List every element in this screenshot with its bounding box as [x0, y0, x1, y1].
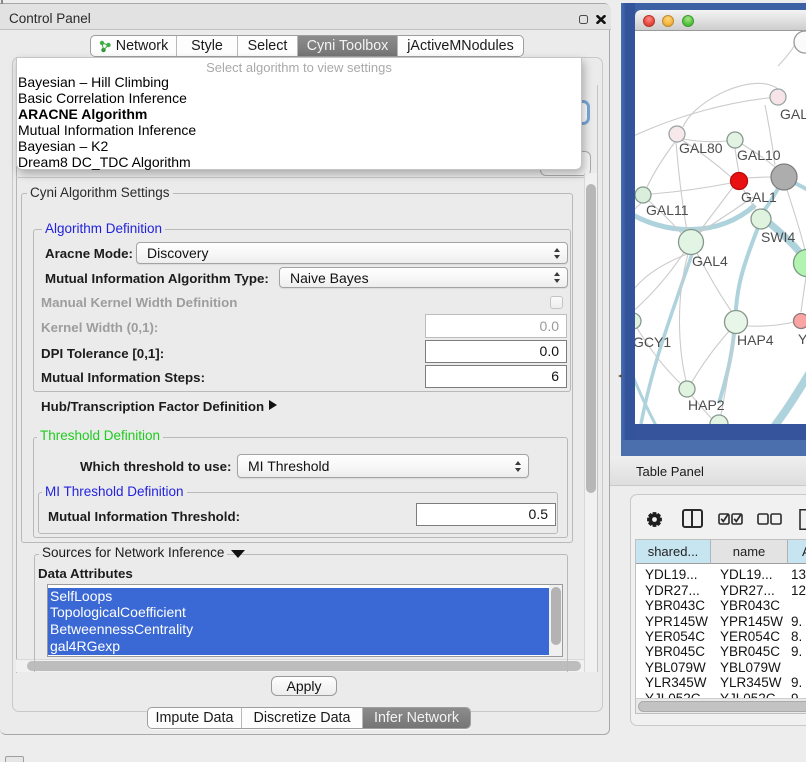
svg-text:GAL1: GAL1	[741, 189, 777, 205]
svg-text:GAL10: GAL10	[737, 147, 781, 163]
svg-text:GCY1: GCY1	[635, 334, 671, 350]
svg-text:GAL80: GAL80	[679, 140, 723, 156]
svg-text:GAL4: GAL4	[692, 253, 728, 269]
svg-text:HAP2: HAP2	[688, 397, 725, 413]
svg-text:SWI4: SWI4	[761, 229, 795, 245]
svg-text:GAL11: GAL11	[646, 202, 689, 218]
svg-text:YE: YE	[798, 331, 806, 347]
svg-text:GAL2: GAL2	[780, 106, 806, 122]
svg-text:HAP4: HAP4	[737, 332, 774, 348]
